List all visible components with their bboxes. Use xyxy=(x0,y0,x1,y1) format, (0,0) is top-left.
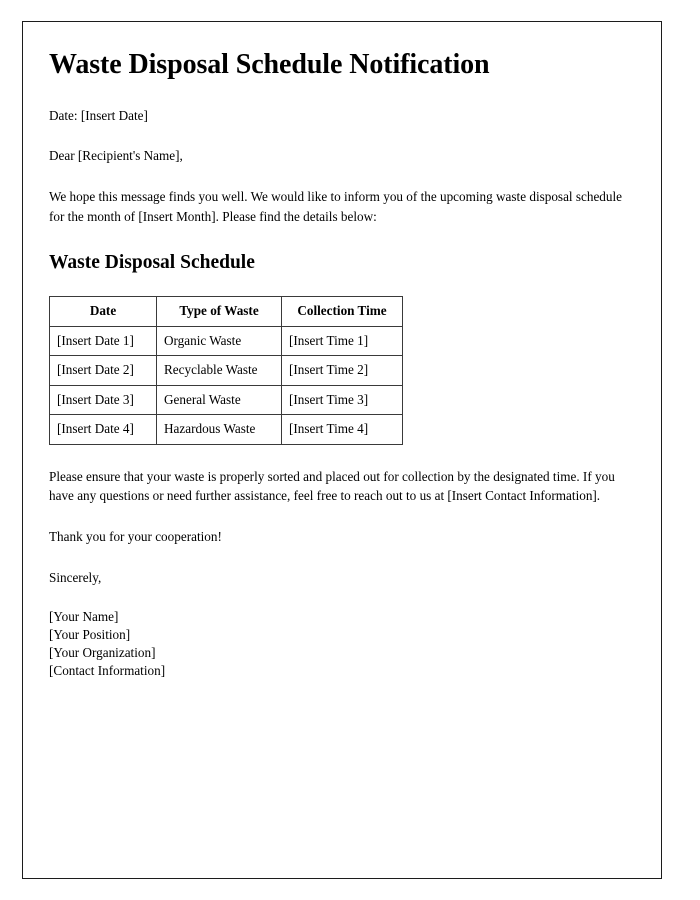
table-header-row: Date Type of Waste Collection Time xyxy=(49,296,403,327)
signature-organization: [Your Organization] xyxy=(49,645,156,661)
cell-date: [Insert Date 3] xyxy=(49,384,157,416)
cell-type-of-waste: General Waste xyxy=(156,384,282,416)
instructions-paragraph: Please ensure that your waste is properl… xyxy=(49,468,615,503)
cell-collection-time: [Insert Time 3] xyxy=(281,384,403,416)
cell-collection-time: [Insert Time 2] xyxy=(281,355,403,386)
waste-schedule-table: Date Type of Waste Collection Time [Inse… xyxy=(49,296,403,445)
column-header-collection-time: Collection Time xyxy=(281,296,403,327)
table-body: [Insert Date 1] Organic Waste [Insert Ti… xyxy=(49,325,403,445)
intro-paragraph: We hope this message finds you well. We … xyxy=(49,189,623,224)
cell-date: [Insert Date 4] xyxy=(49,414,157,445)
section-heading-schedule: Waste Disposal Schedule xyxy=(49,251,255,273)
signature-position: [Your Position] xyxy=(49,627,131,643)
table-header: Date Type of Waste Collection Time xyxy=(49,296,403,327)
cell-type-of-waste: Recyclable Waste xyxy=(156,355,282,386)
table-row: [Insert Date 2] Recyclable Waste [Insert… xyxy=(49,355,403,386)
column-header-date: Date xyxy=(49,296,157,327)
cell-date: [Insert Date 2] xyxy=(49,355,157,386)
signature-contact: [Contact Information] xyxy=(49,662,166,678)
cell-collection-time: [Insert Time 4] xyxy=(281,414,403,445)
salutation: Dear [Recipient's Name], xyxy=(49,148,183,164)
page-title: Waste Disposal Schedule Notification xyxy=(49,49,490,80)
table-row: [Insert Date 4] Hazardous Waste [Insert … xyxy=(49,414,403,445)
cell-collection-time: [Insert Time 1] xyxy=(281,325,403,357)
column-header-type-of-waste: Type of Waste xyxy=(156,296,282,327)
cell-date: [Insert Date 1] xyxy=(49,325,157,357)
thanks-line: Thank you for your cooperation! xyxy=(49,529,222,545)
document-page: Waste Disposal Schedule Notification Dat… xyxy=(22,21,662,879)
table-row: [Insert Date 3] General Waste [Insert Ti… xyxy=(49,384,403,416)
document-body: Waste Disposal Schedule Notification Dat… xyxy=(23,22,661,680)
signature-block: [Your Name] [Your Position] [Your Organi… xyxy=(49,608,631,679)
cell-type-of-waste: Hazardous Waste xyxy=(156,414,282,445)
table-row: [Insert Date 1] Organic Waste [Insert Ti… xyxy=(49,325,403,357)
cell-type-of-waste: Organic Waste xyxy=(156,325,282,357)
document-date-line: Date: [Insert Date] xyxy=(49,108,148,124)
signature-name: [Your Name] xyxy=(49,609,119,625)
closing-line: Sincerely, xyxy=(49,570,102,586)
